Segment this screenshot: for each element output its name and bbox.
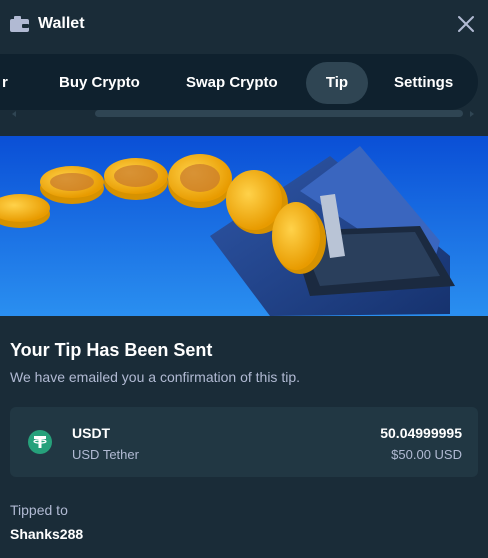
tether-icon — [28, 430, 52, 454]
tab-swap-crypto[interactable]: Swap Crypto — [170, 62, 294, 104]
tip-banner-image — [0, 136, 488, 316]
page-title: Wallet — [38, 15, 85, 32]
scroll-left-icon[interactable] — [12, 111, 16, 117]
tab-settings[interactable]: Settings — [378, 62, 469, 104]
usd-value: $50.00 USD — [391, 447, 462, 462]
close-icon[interactable] — [456, 14, 476, 34]
currency-name: USD Tether — [72, 447, 139, 462]
confirmation-title: Your Tip Has Been Sent — [10, 340, 213, 360]
tabs-scrollbar[interactable] — [0, 110, 480, 120]
wallet-header: Wallet — [0, 0, 488, 48]
tab-tip[interactable]: Tip — [306, 62, 368, 104]
wallet-tabs: r Buy Crypto Swap Crypto Tip Settings — [0, 52, 488, 120]
tab-bar: r Buy Crypto Swap Crypto Tip Settings — [0, 54, 478, 110]
currency-code: USDT — [72, 425, 111, 441]
wallet-icon — [10, 16, 29, 32]
confirmation-section: Your Tip Has Been Sent We have emailed y… — [10, 340, 480, 385]
tab-buy-crypto[interactable]: Buy Crypto — [43, 62, 156, 104]
tipped-to-label: Tipped to — [10, 502, 68, 518]
tab-previous-hidden[interactable]: r — [0, 62, 24, 104]
scroll-right-icon[interactable] — [470, 111, 474, 117]
confirmation-subtitle: We have emailed you a confirmation of th… — [10, 369, 301, 385]
tip-amount-card: USDT USD Tether 50.04999995 $50.00 USD — [10, 407, 478, 477]
recipient-username: Shanks288 — [10, 526, 84, 542]
crypto-amount: 50.04999995 — [380, 425, 462, 441]
scrollbar-thumb[interactable] — [95, 110, 463, 117]
